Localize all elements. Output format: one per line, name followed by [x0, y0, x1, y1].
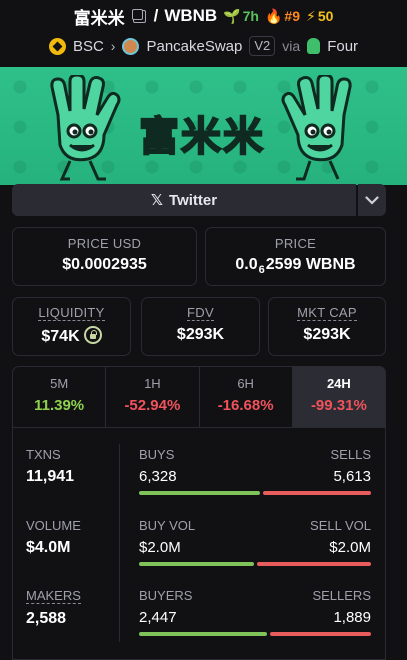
chain-link[interactable]: BSC — [73, 38, 104, 55]
x-logo-icon: 𝕏 — [150, 192, 164, 209]
price-usd-label: PRICE USD — [67, 236, 142, 251]
pair-header: 富米米 / WBNB 🌱 7h 🔥 #9 ⚡ 50 BSC › PancakeSwap… — [0, 0, 407, 66]
sellers-value: 1,889 — [333, 609, 371, 626]
tab-5m-change: 11.39% — [34, 397, 85, 414]
sells-value: 5,613 — [333, 468, 371, 485]
sell-vol-label: SELL VOL — [310, 518, 371, 533]
chevron-right-icon: › — [110, 38, 116, 54]
buyers-sellers-stat: BUYERS SELLERS 2,447 1,889 — [139, 588, 371, 636]
price-native-label: PRICE — [274, 236, 317, 251]
tab-6h[interactable]: 6H -16.68% — [200, 367, 293, 427]
liquidity-label: LIQUIDITY — [38, 305, 105, 321]
buyers-ratio-bar — [139, 632, 371, 636]
tab-24h[interactable]: 24H -99.31% — [292, 367, 385, 427]
sellers-bar — [270, 632, 371, 636]
volume-label: VOLUME — [26, 518, 81, 533]
makers-stat: MAKERS 2,588 — [26, 588, 81, 628]
volume-value: $4.0M — [26, 539, 71, 556]
sells-bar — [263, 491, 371, 495]
fdv-value: $293K — [176, 326, 225, 343]
flame-icon: 🔥 — [264, 7, 283, 24]
buys-bar — [139, 491, 261, 495]
transaction-stats: TXNS 11,941 VOLUME $4.0M MAKERS 2,588 BU… — [12, 428, 386, 660]
buys-sells-ratio-bar — [139, 491, 371, 495]
tab-24h-change: -99.31% — [310, 397, 367, 414]
price-usd-card: PRICE USD $0.0002935 — [12, 227, 197, 286]
buy-vol-label: BUY VOL — [139, 518, 196, 533]
launchpad-link[interactable]: Four — [327, 38, 358, 55]
buy-vol-bar — [139, 562, 254, 566]
liquidity-card: LIQUIDITY $74K — [12, 297, 131, 356]
four-launchpad-icon — [307, 38, 321, 54]
twitter-label: Twitter — [169, 191, 218, 209]
txns-value: 11,941 — [26, 468, 75, 485]
lock-icon[interactable] — [83, 326, 102, 344]
tab-5m[interactable]: 5M 11.39% — [13, 367, 107, 427]
buyers-value: 2,447 — [139, 609, 177, 626]
buys-sells-stat: BUYS SELLS 6,328 5,613 — [139, 447, 371, 495]
pair-separator: / — [153, 6, 159, 25]
age-badge: 🌱 7h — [223, 7, 259, 25]
seedling-icon: 🌱 — [223, 7, 241, 24]
liquidity-value: $74K — [41, 328, 80, 345]
makers-value: 2,588 — [26, 610, 67, 627]
token-banner: 富米米 — [0, 67, 407, 185]
chevron-down-icon — [365, 195, 379, 205]
volume-ratio-bar — [139, 562, 371, 566]
sell-vol-value: $2.0M — [329, 539, 371, 556]
mkt-cap-card: MKT CAP $293K — [268, 297, 386, 356]
sellers-label: SELLERS — [312, 588, 371, 603]
buy-vol-value: $2.0M — [139, 539, 181, 556]
sells-label: SELLS — [330, 447, 371, 462]
via-label: via — [282, 38, 301, 54]
lightning-icon: ⚡ — [306, 7, 316, 24]
pancakeswap-icon — [122, 37, 140, 55]
boost-badge[interactable]: ⚡ 50 — [306, 8, 333, 25]
twitter-button[interactable]: 𝕏 Twitter — [12, 184, 356, 216]
zero-count-subscript: 6 — [258, 264, 265, 276]
copy-icon[interactable] — [132, 9, 146, 23]
pair-title-row: 富米米 / WBNB 🌱 7h 🔥 #9 ⚡ 50 — [10, 4, 397, 28]
buyers-label: BUYERS — [139, 588, 193, 603]
quote-token: WBNB — [164, 6, 218, 25]
trending-rank-badge[interactable]: 🔥 #9 — [265, 8, 300, 25]
bsc-chain-icon — [48, 37, 66, 55]
tab-6h-label: 6H — [237, 376, 254, 391]
pair-route-row: BSC › PancakeSwap V2 via Four — [10, 33, 397, 59]
timeframe-tabs: 5M 11.39% 1H -52.94% 6H -16.68% 24H -99.… — [12, 366, 386, 428]
tab-24h-label: 24H — [326, 376, 351, 391]
tab-1h-change: -52.94% — [124, 397, 181, 414]
price-usd-value: $0.0002935 — [62, 256, 147, 273]
more-links-button[interactable] — [358, 184, 386, 216]
buys-label: BUYS — [139, 447, 175, 462]
txns-label: TXNS — [26, 447, 61, 462]
social-links-bar: 𝕏 Twitter — [12, 184, 386, 216]
price-native-unit: WBNB — [305, 256, 356, 273]
buys-value: 6,328 — [139, 468, 177, 485]
tab-1h-label: 1H — [144, 376, 161, 391]
banner-title: 富米米 — [138, 114, 265, 160]
tab-5m-label: 5M — [50, 376, 69, 391]
dex-version-badge: V2 — [249, 36, 276, 56]
token-name: 富米米 — [73, 8, 125, 28]
sell-vol-bar — [256, 562, 371, 566]
mkt-cap-label: MKT CAP — [297, 305, 357, 321]
buyers-bar — [139, 632, 268, 636]
price-native-value: 0.062599 WBNB — [235, 256, 356, 276]
dex-link[interactable]: PancakeSwap — [146, 38, 242, 55]
mkt-cap-value: $293K — [303, 326, 351, 343]
tab-6h-change: -16.68% — [217, 397, 274, 414]
txns-stat: TXNS 11,941 — [26, 447, 74, 486]
makers-label: MAKERS — [26, 588, 81, 604]
price-native-card: PRICE 0.062599 WBNB — [205, 227, 386, 286]
volume-split-stat: BUY VOL SELL VOL $2.0M $2.0M — [139, 518, 371, 566]
waving-hand-mascot-right — [281, 75, 352, 181]
tab-1h[interactable]: 1H -52.94% — [106, 367, 200, 427]
waving-hand-mascot-left — [50, 75, 121, 181]
volume-stat: VOLUME $4.0M — [26, 518, 81, 557]
stats-divider — [119, 444, 120, 642]
fdv-label: FDV — [187, 305, 214, 321]
fdv-card: FDV $293K — [141, 297, 260, 356]
